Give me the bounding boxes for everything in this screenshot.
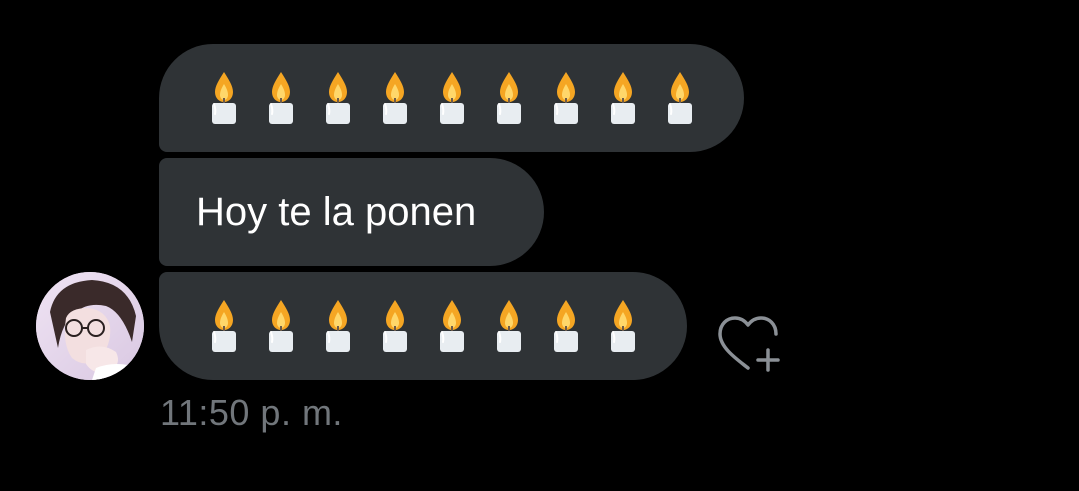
candle-icon bbox=[611, 300, 635, 352]
avatar-illustration-icon bbox=[36, 272, 144, 380]
message-timestamp: 11:50 p. m. bbox=[160, 392, 343, 433]
candle-icon bbox=[668, 72, 692, 124]
candle-icon bbox=[554, 300, 578, 352]
candle-icon bbox=[269, 300, 293, 352]
candle-icon bbox=[611, 72, 635, 124]
candle-icon bbox=[212, 72, 236, 124]
candle-emoji-row bbox=[207, 298, 640, 354]
candle-icon bbox=[383, 300, 407, 352]
candle-icon bbox=[326, 300, 350, 352]
message-text: Hoy te la ponen bbox=[196, 189, 477, 234]
candle-emoji-row bbox=[207, 70, 697, 126]
candle-icon bbox=[440, 72, 464, 124]
candle-icon bbox=[440, 300, 464, 352]
dm-conversation: Hoy te la ponen 11:50 p. m. bbox=[0, 0, 1079, 491]
message-bubble-candles-2[interactable] bbox=[159, 272, 687, 380]
candle-icon bbox=[497, 72, 521, 124]
message-bubble-text[interactable]: Hoy te la ponen bbox=[159, 158, 544, 266]
candle-icon bbox=[212, 300, 236, 352]
candle-icon bbox=[554, 72, 578, 124]
candle-icon bbox=[497, 300, 521, 352]
candle-icon bbox=[383, 72, 407, 124]
add-reaction-button[interactable] bbox=[714, 312, 786, 376]
avatar[interactable] bbox=[36, 272, 144, 380]
heart-plus-icon bbox=[718, 316, 780, 372]
message-bubble-candles-1[interactable] bbox=[159, 44, 744, 152]
candle-icon bbox=[269, 72, 293, 124]
candle-icon bbox=[326, 72, 350, 124]
